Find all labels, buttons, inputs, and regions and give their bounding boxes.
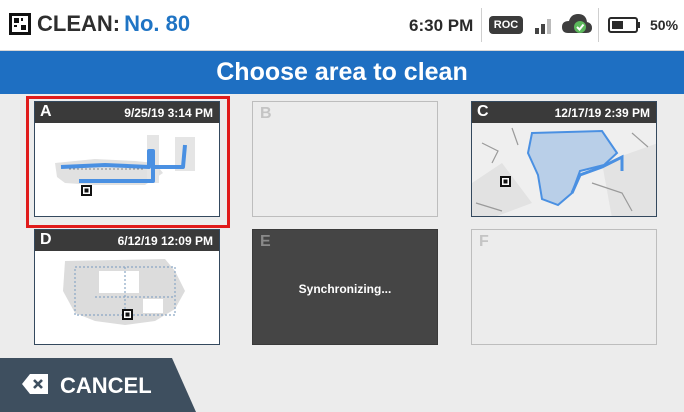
tile-header: D 6/12/19 12:09 PM <box>35 230 219 251</box>
map-thumbnail <box>472 123 656 216</box>
divider <box>598 8 599 42</box>
robot-qr-icon <box>9 13 31 35</box>
sync-status: Synchronizing... <box>298 282 392 296</box>
tile-date: 12/17/19 2:39 PM <box>554 106 650 120</box>
area-tile-c[interactable]: C 12/17/19 2:39 PM <box>471 101 657 217</box>
roc-badge: ROC <box>489 16 523 34</box>
tile-letter: C <box>477 103 489 120</box>
signal-icon <box>535 19 551 34</box>
area-tile-b[interactable]: B <box>252 101 438 217</box>
title-prefix: CLEAN: <box>37 11 121 36</box>
cancel-button[interactable]: CANCEL <box>0 358 196 412</box>
status-bar: CLEAN: No. 80 6:30 PM ROC 50% <box>0 0 684 51</box>
robot-number: No. 80 <box>124 11 191 36</box>
selection-highlight <box>26 96 230 228</box>
map-thumbnail <box>63 259 185 325</box>
clock: 6:30 PM <box>409 16 474 35</box>
battery-icon <box>608 17 640 33</box>
tile-letter: D <box>40 231 52 248</box>
divider <box>481 8 482 42</box>
area-tile-f[interactable]: F <box>471 229 657 345</box>
tile-date: 6/12/19 12:09 PM <box>117 234 213 248</box>
cancel-label: CANCEL <box>60 373 152 398</box>
cloud-check-icon <box>562 14 592 33</box>
tile-header: C 12/17/19 2:39 PM <box>472 102 656 123</box>
area-tile-d[interactable]: D 6/12/19 12:09 PM <box>34 229 220 345</box>
backspace-x-icon <box>22 374 48 394</box>
robot-title: CLEAN: No. 80 <box>37 11 190 37</box>
battery-percent: 50% <box>650 17 679 33</box>
tile-letter: F <box>479 233 489 250</box>
area-tile-e[interactable]: E Synchronizing... <box>252 229 438 345</box>
battery-fill <box>612 21 623 29</box>
tile-letter: E <box>260 233 271 250</box>
tile-letter: B <box>260 105 272 122</box>
page-title: Choose area to clean <box>0 51 684 94</box>
